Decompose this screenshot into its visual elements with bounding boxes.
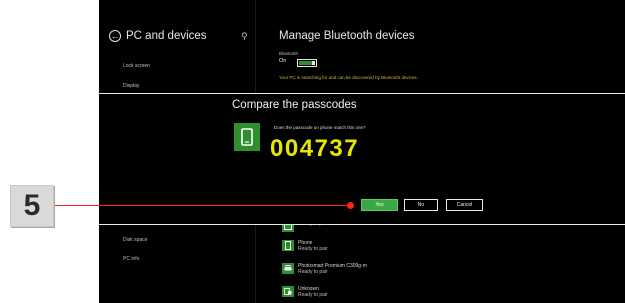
device-status: Ready to pair: [298, 269, 328, 275]
device-item-phone[interactable]: Phone Ready to pair: [282, 240, 328, 252]
callout-dot: [347, 202, 354, 209]
toggle-knob: [312, 61, 315, 65]
nav-item-pc-info[interactable]: PC info: [123, 256, 139, 262]
phone-icon: [282, 240, 294, 251]
passcode: 004737: [270, 135, 360, 162]
device-status: Ready to pair: [298, 292, 328, 298]
windows-settings-screen: ← PC and devices ⚲ Lock screen Display D…: [99, 0, 625, 303]
toggle-fill: [299, 61, 312, 65]
yes-button[interactable]: Yes: [361, 199, 398, 211]
bluetooth-state: On: [279, 58, 287, 64]
nav-item-disk-space[interactable]: Disk space: [123, 237, 147, 243]
back-arrow-icon[interactable]: ←: [109, 30, 121, 42]
bluetooth-label: Bluetooth: [279, 51, 299, 56]
unknown-device-icon: [282, 286, 294, 297]
device-item-unknown[interactable]: Unknown Ready to pair: [282, 286, 328, 298]
phone-icon: [234, 123, 260, 151]
device-status: Ready to pair: [298, 246, 328, 252]
pane-title: PC and devices: [126, 30, 207, 42]
nav-item-lock-screen[interactable]: Lock screen: [123, 63, 150, 69]
search-icon[interactable]: ⚲: [241, 31, 248, 42]
back-row[interactable]: ← PC and devices: [109, 30, 207, 42]
nav-item-display[interactable]: Display: [123, 83, 139, 89]
page-title: Manage Bluetooth devices: [279, 30, 415, 42]
callout-line: [55, 205, 349, 206]
step-number-badge: 5: [10, 185, 54, 227]
cancel-button[interactable]: Cancel: [446, 199, 483, 211]
bluetooth-description: Your PC is searching for and can be disc…: [279, 75, 418, 80]
device-item-printer[interactable]: Photosmart Premium C309g-m Ready to pair: [282, 263, 367, 275]
bluetooth-toggle[interactable]: [297, 59, 317, 67]
dialog-prompt: Does the passcode on phone match this on…: [274, 125, 366, 130]
no-button[interactable]: No: [404, 199, 438, 211]
dialog-title: Compare the passcodes: [232, 99, 357, 111]
printer-icon: [282, 263, 294, 274]
